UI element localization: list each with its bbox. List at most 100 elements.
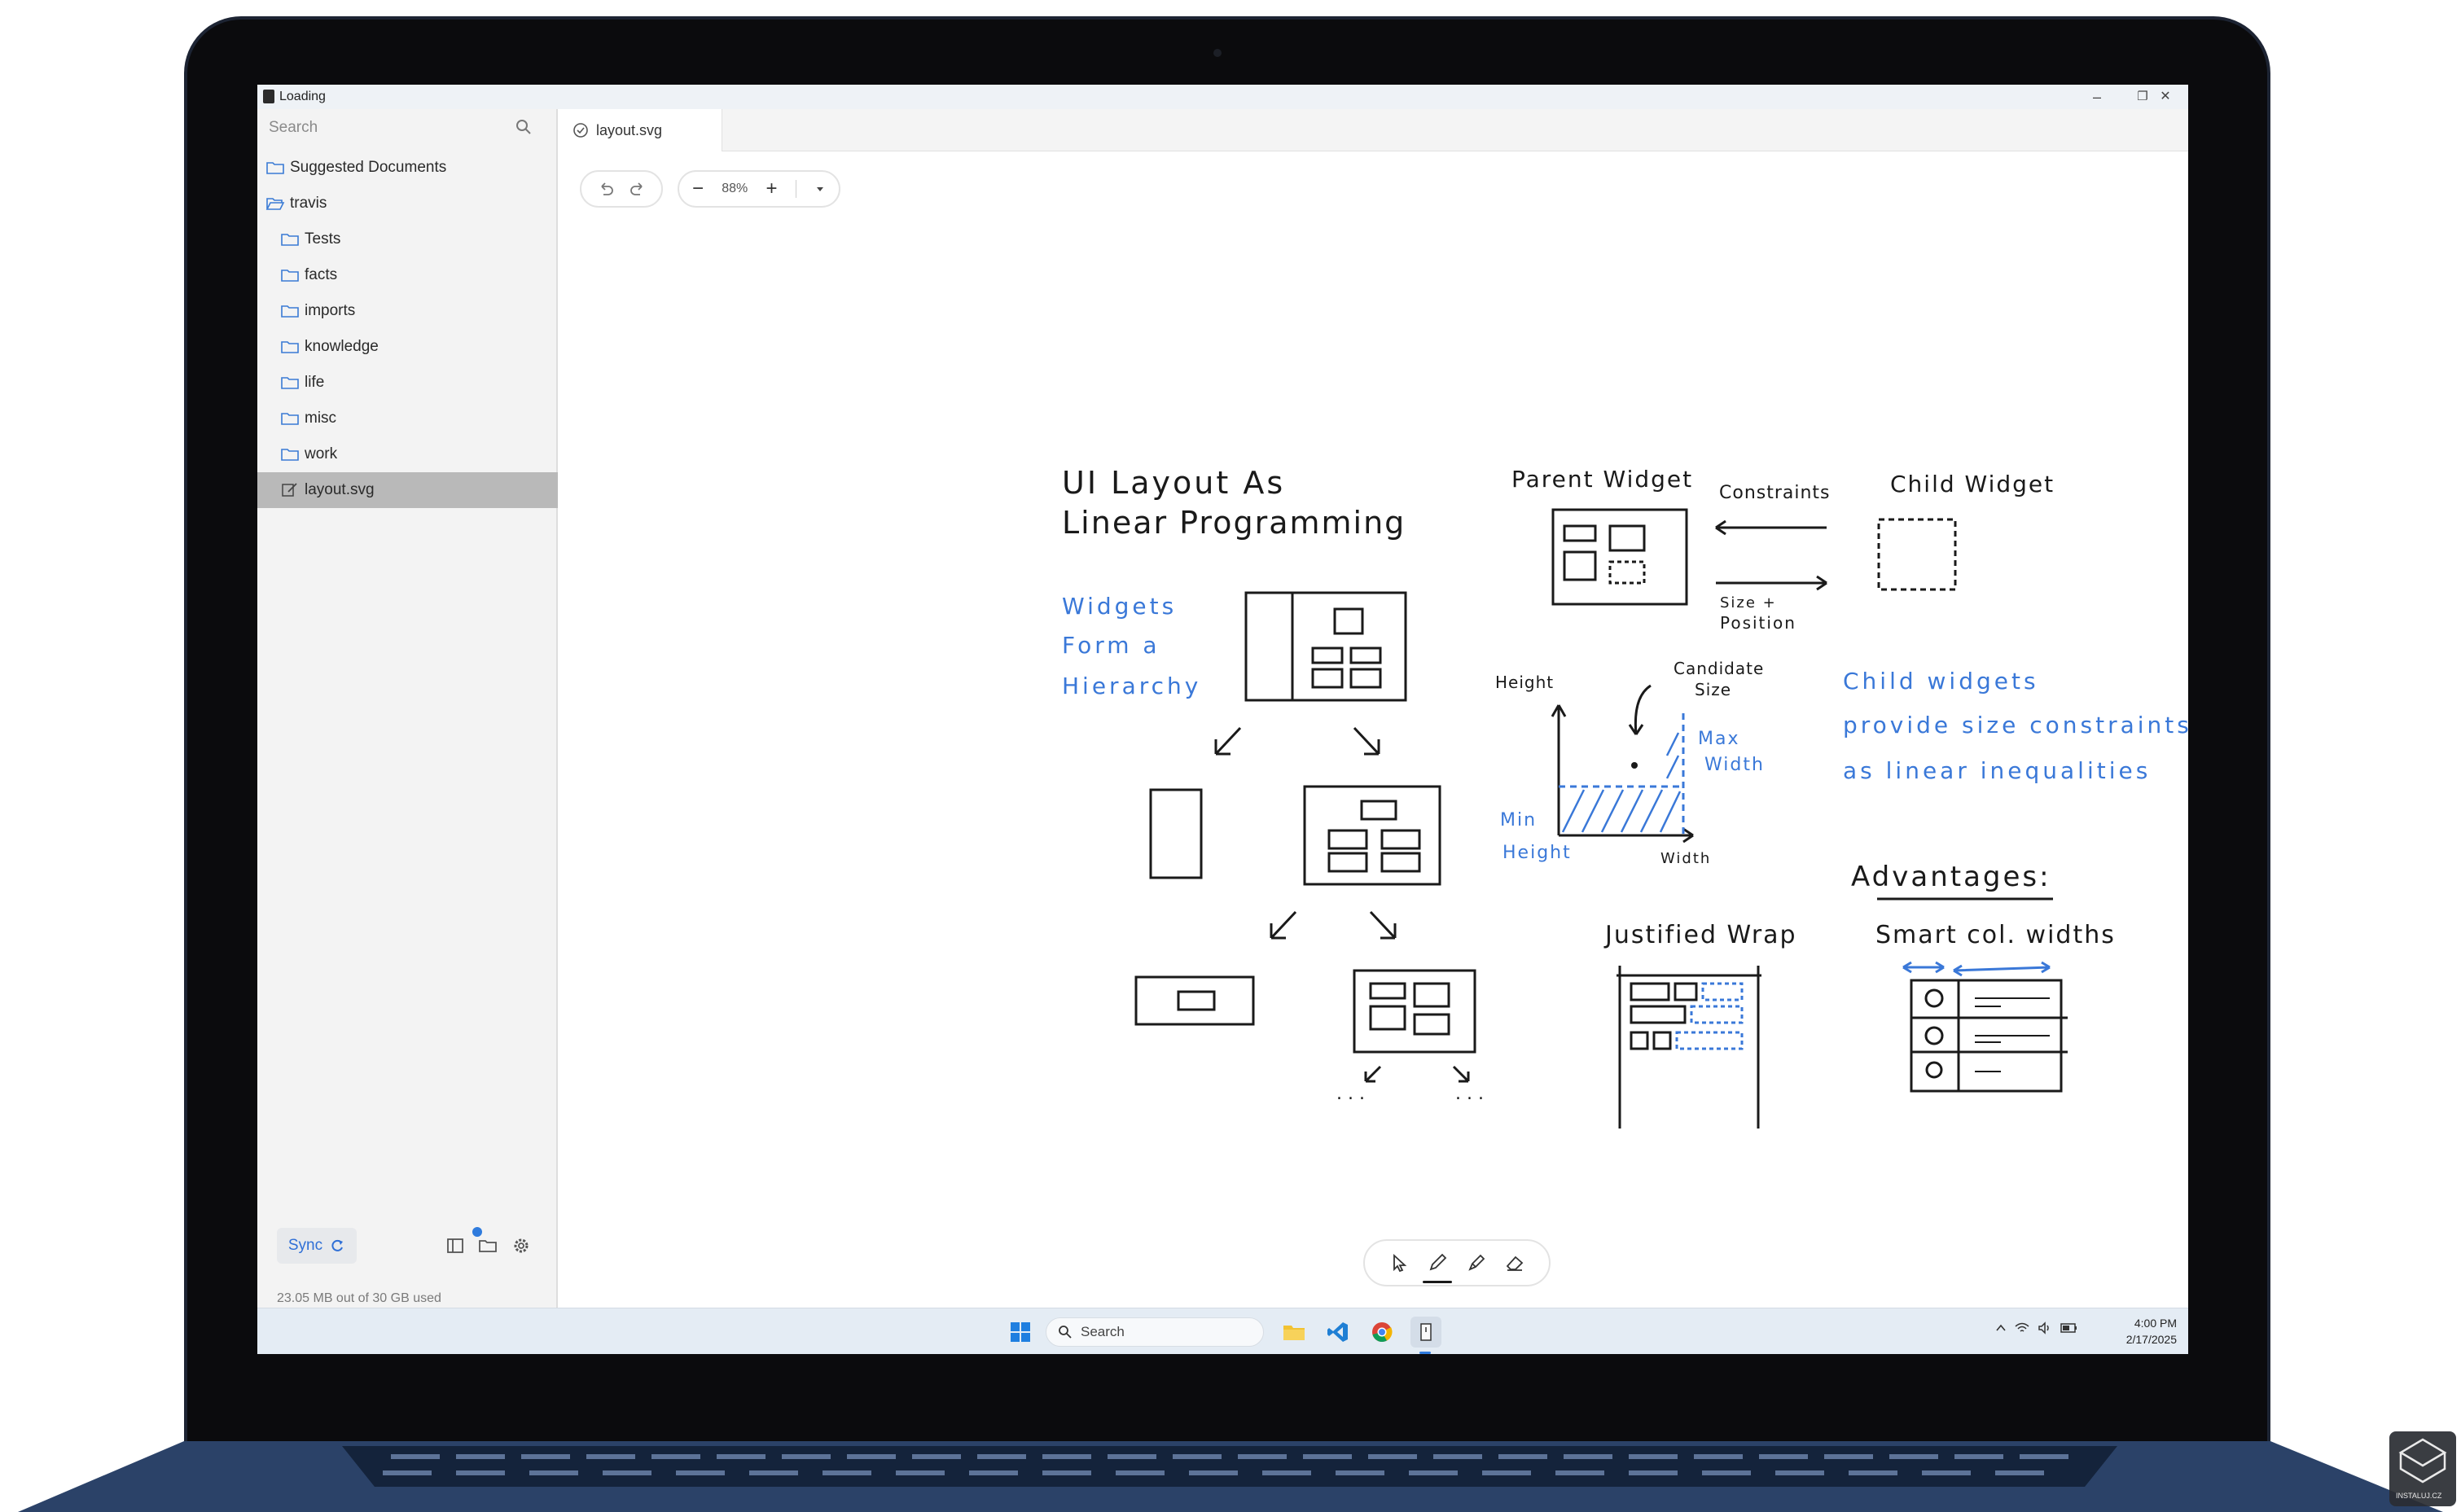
zoom-level: 88% — [722, 182, 748, 195]
tree-item-suggested-documents[interactable]: Suggested Documents — [257, 150, 558, 186]
tree-item-life[interactable]: life — [257, 365, 558, 401]
screen: Loading – ❐ ✕ Suggested Documents travis… — [257, 85, 2188, 1354]
widgets-hierarchy-line3: Hierarchy — [1062, 673, 1201, 699]
zoom-out-button[interactable]: − — [692, 177, 704, 200]
constraints-label: Constraints — [1719, 483, 1831, 503]
smart-col-widths-label: Smart col. widths — [1875, 921, 2116, 949]
pen-tool-button[interactable] — [1421, 1245, 1454, 1283]
tree-item-knowledge[interactable]: knowledge — [257, 329, 558, 365]
redo-icon[interactable] — [629, 180, 647, 198]
constraint-graph-sketch — [1551, 684, 1694, 844]
undo-icon[interactable] — [597, 180, 615, 198]
zoom-control: − 88% + — [678, 170, 840, 208]
tree-item-imports[interactable]: imports — [257, 293, 558, 329]
widgets-hierarchy-line2: Form a — [1062, 632, 1160, 659]
start-button[interactable] — [1005, 1317, 1036, 1348]
file-explorer-button[interactable] — [1279, 1317, 1309, 1348]
tree-item-facts[interactable]: facts — [257, 257, 558, 293]
vscode-button[interactable] — [1323, 1317, 1353, 1348]
speaker-icon[interactable] — [2038, 1321, 2052, 1335]
tree-item-label: knowledge — [305, 338, 379, 355]
chrome-button[interactable] — [1366, 1317, 1397, 1348]
select-tool-button[interactable] — [1383, 1245, 1415, 1281]
new-folder-icon[interactable] — [476, 1234, 500, 1258]
app-icon — [1420, 1323, 1432, 1341]
chevron-down-icon[interactable] — [814, 183, 826, 195]
drawing-title-line1: UI Layout As — [1062, 465, 1285, 501]
chrome-icon — [1372, 1322, 1393, 1343]
storage-usage: 23.05 MB out of 30 GB used — [277, 1291, 441, 1305]
candidate-size-label-1: Candidate — [1674, 659, 1764, 678]
minimize-button[interactable]: – — [2074, 85, 2120, 109]
highlighter-icon — [1468, 1254, 1485, 1271]
laptop-keyboard-deck — [18, 1441, 2443, 1512]
tree-item-label: travis — [290, 195, 327, 212]
webcam — [1213, 49, 1222, 57]
tree-item-label: Tests — [305, 230, 341, 248]
folder-icon — [281, 234, 299, 246]
parent-child-sketch — [1551, 508, 1957, 606]
height-axis-label: Height — [1495, 673, 1554, 692]
settings-gear-icon[interactable] — [509, 1234, 533, 1258]
folder-icon — [281, 270, 299, 282]
folder-icon — [281, 413, 299, 425]
folder-open-icon — [265, 198, 285, 210]
folder-icon — [281, 377, 299, 389]
tree-item-label: work — [305, 445, 338, 462]
tab-layout-svg[interactable]: layout.svg — [559, 109, 722, 151]
child-widget-label: Child Widget — [1890, 471, 2055, 497]
tree-item-label: imports — [305, 302, 356, 319]
width-axis-label: Width — [1660, 850, 1711, 867]
running-indicator — [1419, 1352, 1431, 1354]
tree-item-misc[interactable]: misc — [257, 401, 558, 436]
search-input[interactable] — [269, 116, 513, 140]
clock-time: 4:00 PM — [2134, 1317, 2177, 1330]
tree-item-layout-svg[interactable]: layout.svg — [257, 472, 558, 508]
app-icon — [263, 90, 274, 103]
candidate-size-label-2: Size — [1695, 680, 1731, 699]
tree-item-travis[interactable]: travis — [257, 186, 558, 221]
close-button[interactable]: ✕ — [2143, 85, 2188, 109]
system-tray — [1995, 1321, 2078, 1335]
folder-icon — [281, 305, 299, 318]
tree-item-tests[interactable]: Tests — [257, 221, 558, 257]
tree-item-label: layout.svg — [305, 481, 375, 498]
parent-widget-label: Parent Widget — [1511, 466, 1693, 493]
tree-item-work[interactable]: work — [257, 436, 558, 472]
wifi-icon[interactable] — [2015, 1321, 2029, 1335]
tab-bar: layout.svg — [559, 109, 2188, 151]
undo-redo-group — [580, 170, 663, 208]
highlighter-tool-button[interactable] — [1460, 1245, 1493, 1281]
ellipsis-left: . . . — [1336, 1084, 1365, 1104]
drawing-canvas[interactable]: UI Layout As Linear Programming Widgets … — [559, 151, 2188, 1308]
folder-icon — [281, 341, 299, 353]
size-position-label-1: Size + — [1720, 594, 1777, 611]
drawing-toolbar — [1363, 1239, 1551, 1286]
tree-item-label: Suggested Documents — [290, 159, 447, 176]
sync-button[interactable]: Sync — [277, 1228, 357, 1264]
widgets-hierarchy-line1: Widgets — [1062, 593, 1177, 620]
clock-date: 2/17/2025 — [2125, 1333, 2177, 1346]
battery-icon[interactable] — [2060, 1322, 2078, 1334]
sync-label: Sync — [287, 1237, 323, 1254]
drawing-title-line2: Linear Programming — [1062, 505, 1406, 541]
zoom-in-button[interactable]: + — [766, 177, 778, 200]
windows-logo-icon — [1011, 1322, 1030, 1342]
chevron-up-icon[interactable] — [1995, 1322, 2007, 1334]
taskbar-search[interactable]: Search — [1046, 1317, 1264, 1347]
child-widgets-note-line1: Child widgets — [1843, 668, 2039, 695]
taskbar-clock[interactable]: 4:00 PM 2/17/2025 — [2108, 1315, 2177, 1348]
child-widgets-note-line3: as linear inequalities — [1843, 757, 2151, 784]
eraser-tool-button[interactable] — [1498, 1245, 1531, 1281]
sidebar-toggle-icon[interactable] — [443, 1234, 467, 1258]
tree-item-label: misc — [305, 410, 337, 427]
max-width-label-2: Width — [1704, 755, 1765, 775]
sidebar-search — [257, 109, 558, 147]
tree-item-label: life — [305, 374, 325, 391]
sync-icon — [331, 1239, 344, 1251]
search-icon[interactable] — [515, 118, 533, 136]
app-taskbar-button[interactable] — [1410, 1317, 1441, 1348]
taskbar-search-label: Search — [1081, 1324, 1125, 1339]
taskbar: Search 4:00 PM 2/17/2025 — [257, 1308, 2188, 1354]
search-icon — [1059, 1326, 1072, 1339]
